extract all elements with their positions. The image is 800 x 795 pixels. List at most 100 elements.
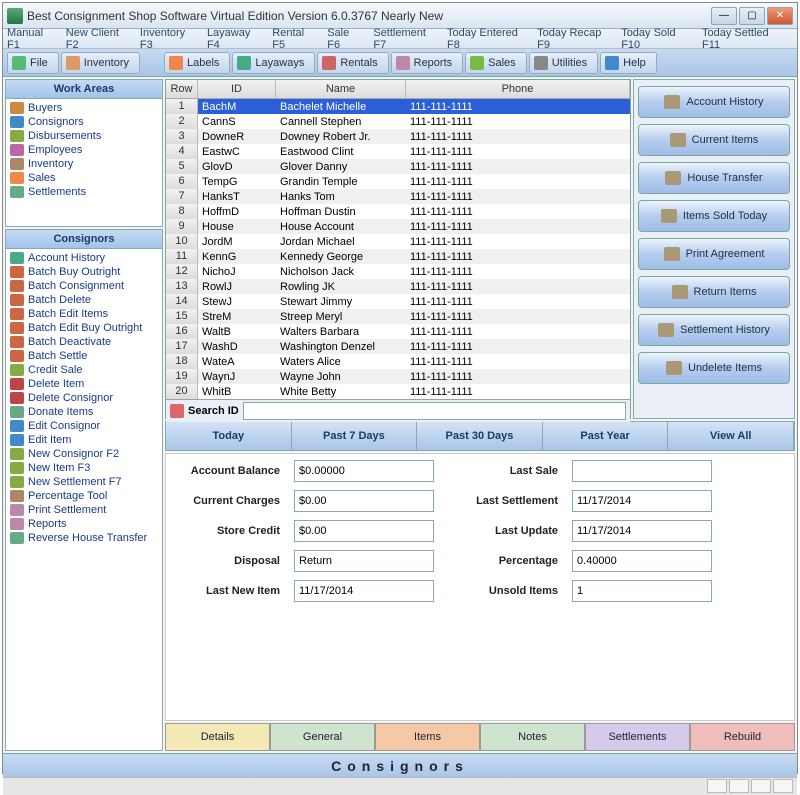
- consignor-item[interactable]: New Settlement F7: [8, 475, 160, 489]
- filter-past-year[interactable]: Past Year: [543, 422, 669, 450]
- grid-body[interactable]: 1BachMBachelet Michelle111-111-11112Cann…: [166, 99, 630, 399]
- consignor-item[interactable]: Edit Item: [8, 433, 160, 447]
- menu-item[interactable]: Inventory F3: [140, 27, 195, 51]
- work-area-item[interactable]: Consignors: [8, 115, 160, 129]
- menu-item[interactable]: Sale F6: [327, 27, 361, 51]
- consignor-item[interactable]: New Item F3: [8, 461, 160, 475]
- consignor-item[interactable]: Reverse House Transfer: [8, 531, 160, 545]
- work-area-item[interactable]: Buyers: [8, 101, 160, 115]
- tab-items[interactable]: Items: [375, 723, 480, 751]
- toolbar-file[interactable]: File: [7, 52, 59, 74]
- table-row[interactable]: 1BachMBachelet Michelle111-111-1111: [166, 99, 630, 114]
- menu-item[interactable]: Today Entered F8: [447, 27, 525, 51]
- consignor-item[interactable]: Delete Item: [8, 377, 160, 391]
- table-row[interactable]: 9HouseHouse Account111-111-1111: [166, 219, 630, 234]
- toolbar-reports[interactable]: Reports: [391, 52, 464, 74]
- table-row[interactable]: 19WaynJWayne John111-111-1111: [166, 369, 630, 384]
- action-undelete-items[interactable]: Undelete Items: [638, 352, 790, 384]
- col-id[interactable]: ID: [198, 80, 276, 98]
- filter-today[interactable]: Today: [166, 422, 292, 450]
- toolbar-labels[interactable]: Labels: [164, 52, 230, 74]
- menu-item[interactable]: Settlement F7: [373, 27, 435, 51]
- form-input-disposal[interactable]: [294, 550, 434, 572]
- table-row[interactable]: 17WashDWashington Denzel111-111-1111: [166, 339, 630, 354]
- tab-notes[interactable]: Notes: [480, 723, 585, 751]
- form-input-last-new-item[interactable]: [294, 580, 434, 602]
- table-row[interactable]: 13RowlJRowling JK111-111-1111: [166, 279, 630, 294]
- toolbar-utilities[interactable]: Utilities: [529, 52, 598, 74]
- table-row[interactable]: 5GlovDGlover Danny111-111-1111: [166, 159, 630, 174]
- consignor-item[interactable]: Percentage Tool: [8, 489, 160, 503]
- form-input-current-charges[interactable]: [294, 490, 434, 512]
- toolbar-help[interactable]: Help: [600, 52, 657, 74]
- menu-item[interactable]: Manual F1: [7, 27, 54, 51]
- toolbar-rentals[interactable]: Rentals: [317, 52, 388, 74]
- table-row[interactable]: 12NichoJNicholson Jack111-111-1111: [166, 264, 630, 279]
- form-input-last-settlement[interactable]: [572, 490, 712, 512]
- table-row[interactable]: 15StreMStreep Meryl111-111-1111: [166, 309, 630, 324]
- table-row[interactable]: 20WhitBWhite Betty111-111-1111: [166, 384, 630, 399]
- consignor-item[interactable]: Account History: [8, 251, 160, 265]
- tab-rebuild[interactable]: Rebuild: [690, 723, 795, 751]
- menu-item[interactable]: Today Sold F10: [621, 27, 690, 51]
- action-current-items[interactable]: Current Items: [638, 124, 790, 156]
- work-area-item[interactable]: Inventory: [8, 157, 160, 171]
- consignor-item[interactable]: Reports: [8, 517, 160, 531]
- action-items-sold-today[interactable]: Items Sold Today: [638, 200, 790, 232]
- maximize-button[interactable]: ▢: [739, 7, 765, 25]
- table-row[interactable]: 2CannSCannell Stephen111-111-1111: [166, 114, 630, 129]
- form-input-store-credit[interactable]: [294, 520, 434, 542]
- consignor-item[interactable]: Donate Items: [8, 405, 160, 419]
- filter-past-30-days[interactable]: Past 30 Days: [417, 422, 543, 450]
- close-button[interactable]: ✕: [767, 7, 793, 25]
- tab-general[interactable]: General: [270, 723, 375, 751]
- menu-item[interactable]: New Client F2: [66, 27, 128, 51]
- table-row[interactable]: 8HoffmDHoffman Dustin111-111-1111: [166, 204, 630, 219]
- menu-item[interactable]: Today Settled F11: [702, 27, 781, 51]
- col-phone[interactable]: Phone: [406, 80, 630, 98]
- minimize-button[interactable]: —: [711, 7, 737, 25]
- form-input-account-balance[interactable]: [294, 460, 434, 482]
- action-house-transfer[interactable]: House Transfer: [638, 162, 790, 194]
- toolbar-sales[interactable]: Sales: [465, 52, 527, 74]
- table-row[interactable]: 16WaltBWalters Barbara111-111-1111: [166, 324, 630, 339]
- tab-settlements[interactable]: Settlements: [585, 723, 690, 751]
- toolbar-layaways[interactable]: Layaways: [232, 52, 315, 74]
- consignor-item[interactable]: Batch Delete: [8, 293, 160, 307]
- filter-past-7-days[interactable]: Past 7 Days: [292, 422, 418, 450]
- table-row[interactable]: 6TempGGrandin Temple111-111-1111: [166, 174, 630, 189]
- consignor-item[interactable]: Delete Consignor: [8, 391, 160, 405]
- menu-item[interactable]: Today Recap F9: [537, 27, 609, 51]
- consignor-item[interactable]: Print Settlement: [8, 503, 160, 517]
- form-input-unsold-items[interactable]: [572, 580, 712, 602]
- table-row[interactable]: 7HanksTHanks Tom111-111-1111: [166, 189, 630, 204]
- menu-item[interactable]: Rental F5: [272, 27, 315, 51]
- work-area-item[interactable]: Employees: [8, 143, 160, 157]
- menu-item[interactable]: Layaway F4: [207, 27, 260, 51]
- table-row[interactable]: 10JordMJordan Michael111-111-1111: [166, 234, 630, 249]
- work-area-item[interactable]: Disbursements: [8, 129, 160, 143]
- table-row[interactable]: 3DowneRDowney Robert Jr.111-111-1111: [166, 129, 630, 144]
- filter-view-all[interactable]: View All: [668, 422, 794, 450]
- consignor-item[interactable]: Batch Deactivate: [8, 335, 160, 349]
- form-input-percentage[interactable]: [572, 550, 712, 572]
- consignor-item[interactable]: Credit Sale: [8, 363, 160, 377]
- form-input-last-sale[interactable]: [572, 460, 712, 482]
- consignor-item[interactable]: Batch Settle: [8, 349, 160, 363]
- search-input[interactable]: [243, 402, 626, 420]
- action-return-items[interactable]: Return Items: [638, 276, 790, 308]
- col-row[interactable]: Row: [166, 80, 198, 98]
- consignor-item[interactable]: Batch Buy Outright: [8, 265, 160, 279]
- consignor-item[interactable]: Batch Edit Buy Outright: [8, 321, 160, 335]
- consignor-item[interactable]: Batch Edit Items: [8, 307, 160, 321]
- table-row[interactable]: 11KennGKennedy George111-111-1111: [166, 249, 630, 264]
- table-row[interactable]: 14StewJStewart Jimmy111-111-1111: [166, 294, 630, 309]
- consignor-item[interactable]: Batch Consignment: [8, 279, 160, 293]
- tab-details[interactable]: Details: [165, 723, 270, 751]
- table-row[interactable]: 4EastwCEastwood Clint111-111-1111: [166, 144, 630, 159]
- table-row[interactable]: 18WateAWaters Alice111-111-1111: [166, 354, 630, 369]
- consignor-item[interactable]: New Consignor F2: [8, 447, 160, 461]
- form-input-last-update[interactable]: [572, 520, 712, 542]
- work-area-item[interactable]: Settlements: [8, 185, 160, 199]
- action-print-agreement[interactable]: Print Agreement: [638, 238, 790, 270]
